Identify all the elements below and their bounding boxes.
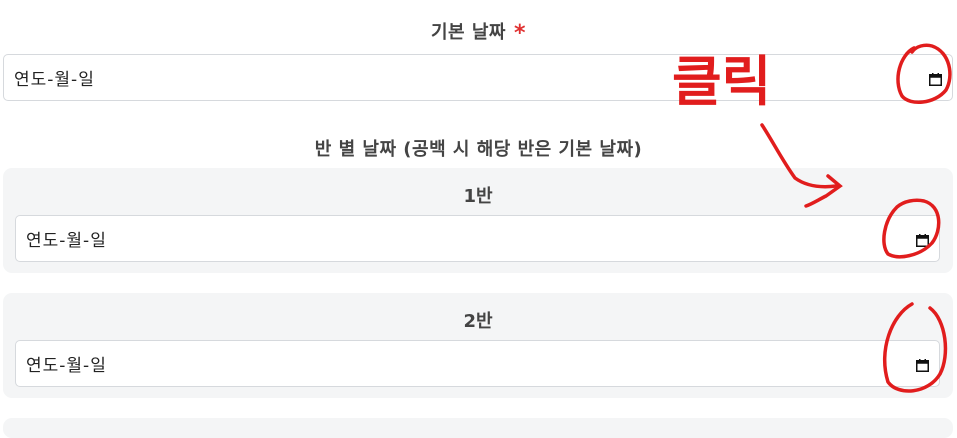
default-date-label: 기본 날짜 *	[0, 18, 957, 46]
class-1-date-input[interactable]: 연도-월-일	[15, 215, 940, 262]
default-date-input[interactable]: 연도-월-일	[3, 54, 953, 101]
class-dates-heading: 반 별 날짜 (공백 시 해당 반은 기본 날짜)	[314, 139, 643, 160]
default-date-placeholder: 연도-월-일	[14, 70, 95, 90]
default-date-label-text: 기본 날짜	[430, 22, 506, 43]
class-title-2: 2반	[463, 311, 493, 332]
class-title-1: 1반	[463, 186, 493, 207]
class-2-date-placeholder: 연도-월-일	[26, 356, 107, 376]
class-1-date-placeholder: 연도-월-일	[26, 231, 107, 251]
class-2-date-input[interactable]: 연도-월-일	[15, 340, 940, 387]
calendar-icon[interactable]	[916, 232, 929, 247]
class-card-2: 2반 연도-월-일	[3, 293, 953, 398]
class-card-1: 1반 연도-월-일	[3, 168, 953, 273]
calendar-icon[interactable]	[916, 357, 929, 372]
class-card-next	[3, 418, 953, 438]
required-mark: *	[514, 21, 527, 46]
calendar-icon[interactable]	[929, 71, 942, 86]
